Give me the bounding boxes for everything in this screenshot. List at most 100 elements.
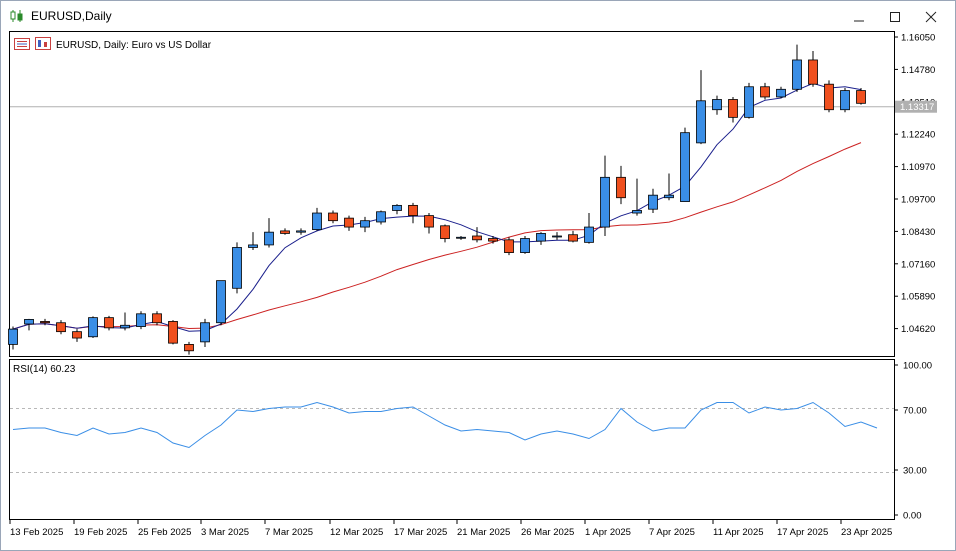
candle[interactable] xyxy=(88,316,98,339)
candle-body xyxy=(168,321,178,344)
candle-body xyxy=(616,176,626,199)
candle-body xyxy=(456,236,466,239)
candle-body xyxy=(792,59,802,90)
price-tick-label: 1.10970 xyxy=(901,162,935,173)
candle-body xyxy=(504,239,514,253)
candle-body xyxy=(88,317,98,338)
rsi-tick-label: 100.00 xyxy=(903,361,932,372)
candle-body xyxy=(632,210,642,214)
candle-body xyxy=(40,321,50,324)
candle-body xyxy=(216,280,226,324)
rsi-axis: 100.00 70.00 30.00 0.00 xyxy=(894,361,932,522)
candle-body xyxy=(568,234,578,242)
candle-body xyxy=(776,88,786,98)
candle-body xyxy=(152,313,162,324)
candle-body xyxy=(440,225,450,239)
candle-body xyxy=(104,317,114,329)
candle[interactable] xyxy=(104,315,114,331)
candle-body xyxy=(312,212,322,231)
candle-body xyxy=(600,176,610,228)
candle[interactable] xyxy=(232,242,242,294)
rsi-plot-frame xyxy=(9,359,895,520)
price-tick-label: 1.09700 xyxy=(901,195,935,206)
candle[interactable] xyxy=(520,235,530,254)
candle-body xyxy=(184,344,194,352)
candle-body xyxy=(376,211,386,223)
candle-body xyxy=(120,324,130,329)
candle-body xyxy=(232,247,242,289)
candle-body xyxy=(424,215,434,228)
date-tick-label: 19 Feb 2025 xyxy=(74,527,127,538)
date-tick-label: 23 Apr 2025 xyxy=(841,527,892,538)
candle-body xyxy=(856,90,866,104)
candle[interactable] xyxy=(856,88,866,105)
candle-body xyxy=(680,132,690,202)
price-tick-label: 1.04620 xyxy=(901,324,935,335)
date-tick-label: 12 Mar 2025 xyxy=(330,527,383,538)
chart-properties-icon[interactable] xyxy=(35,37,51,50)
candle-body xyxy=(408,204,418,216)
date-tick-label: 21 Mar 2025 xyxy=(457,527,510,538)
price-chart[interactable]: EURUSD, Daily: Euro vs US Dollar RSI(14)… xyxy=(0,0,956,551)
candle-body xyxy=(696,100,706,144)
candle[interactable] xyxy=(136,311,146,330)
candle-body xyxy=(712,99,722,111)
candle-body xyxy=(552,235,562,238)
candle[interactable] xyxy=(840,88,850,113)
rsi-label: RSI(14) 60.23 xyxy=(13,364,76,375)
candle-body xyxy=(744,86,754,118)
candle[interactable] xyxy=(216,280,226,326)
candle-body xyxy=(840,90,850,111)
candle-body xyxy=(264,231,274,246)
candle[interactable] xyxy=(744,82,754,119)
date-tick-label: 17 Apr 2025 xyxy=(777,527,828,538)
trade-list-icon[interactable] xyxy=(14,38,30,50)
price-tick-label: 1.12240 xyxy=(901,130,935,141)
price-tick-label: 1.07160 xyxy=(901,259,935,270)
candle-body xyxy=(728,99,738,118)
candle-body xyxy=(584,226,594,243)
candle-body xyxy=(24,319,34,325)
rsi-tick-label: 70.00 xyxy=(903,406,927,417)
date-tick-label: 1 Apr 2025 xyxy=(585,527,631,538)
candle-body xyxy=(200,322,210,343)
rsi-tick-label: 30.00 xyxy=(903,466,927,477)
candle[interactable] xyxy=(680,127,690,202)
candle-body xyxy=(392,204,402,211)
candle-body xyxy=(136,313,146,327)
candle-body xyxy=(536,233,546,242)
candle-body xyxy=(248,244,258,248)
date-tick-label: 3 Mar 2025 xyxy=(201,527,249,538)
chart-header: EURUSD, Daily: Euro vs US Dollar xyxy=(14,37,212,51)
price-tick-label: 1.16050 xyxy=(901,33,935,44)
date-axis: 13 Feb 2025 19 Feb 2025 25 Feb 2025 3 Mar 2… xyxy=(9,520,892,538)
candle-body xyxy=(760,86,770,98)
price-tick-label: 1.14780 xyxy=(901,65,935,76)
price-tick-label: 1.05890 xyxy=(901,292,935,303)
candle-body xyxy=(472,235,482,241)
date-tick-label: 13 Feb 2025 xyxy=(10,527,63,538)
candle-body xyxy=(344,217,354,228)
candle-body xyxy=(280,230,290,234)
symbol-label: EURUSD, Daily: Euro vs US Dollar xyxy=(56,40,212,51)
candle-body xyxy=(488,238,498,242)
candle-body xyxy=(360,220,370,228)
candle-body xyxy=(824,83,834,111)
date-tick-label: 26 Mar 2025 xyxy=(521,527,574,538)
candle-body xyxy=(808,59,818,85)
candle-body xyxy=(72,331,82,339)
candle-body xyxy=(8,328,18,345)
candle-body xyxy=(648,194,658,210)
price-axis: 1.160501.147801.135101.122401.109701.097… xyxy=(894,33,935,335)
candle[interactable] xyxy=(168,320,178,345)
candle[interactable] xyxy=(824,80,834,113)
candle[interactable] xyxy=(504,237,514,256)
price-plot-frame xyxy=(9,31,895,357)
date-tick-label: 11 Apr 2025 xyxy=(713,527,764,538)
date-tick-label: 7 Mar 2025 xyxy=(265,527,313,538)
rsi-tick-label: 0.00 xyxy=(903,511,922,522)
current-price-value: 1.13317 xyxy=(900,102,934,113)
candle-body xyxy=(296,230,306,233)
price-tick-label: 1.08430 xyxy=(901,227,935,238)
candle-body xyxy=(520,238,530,253)
